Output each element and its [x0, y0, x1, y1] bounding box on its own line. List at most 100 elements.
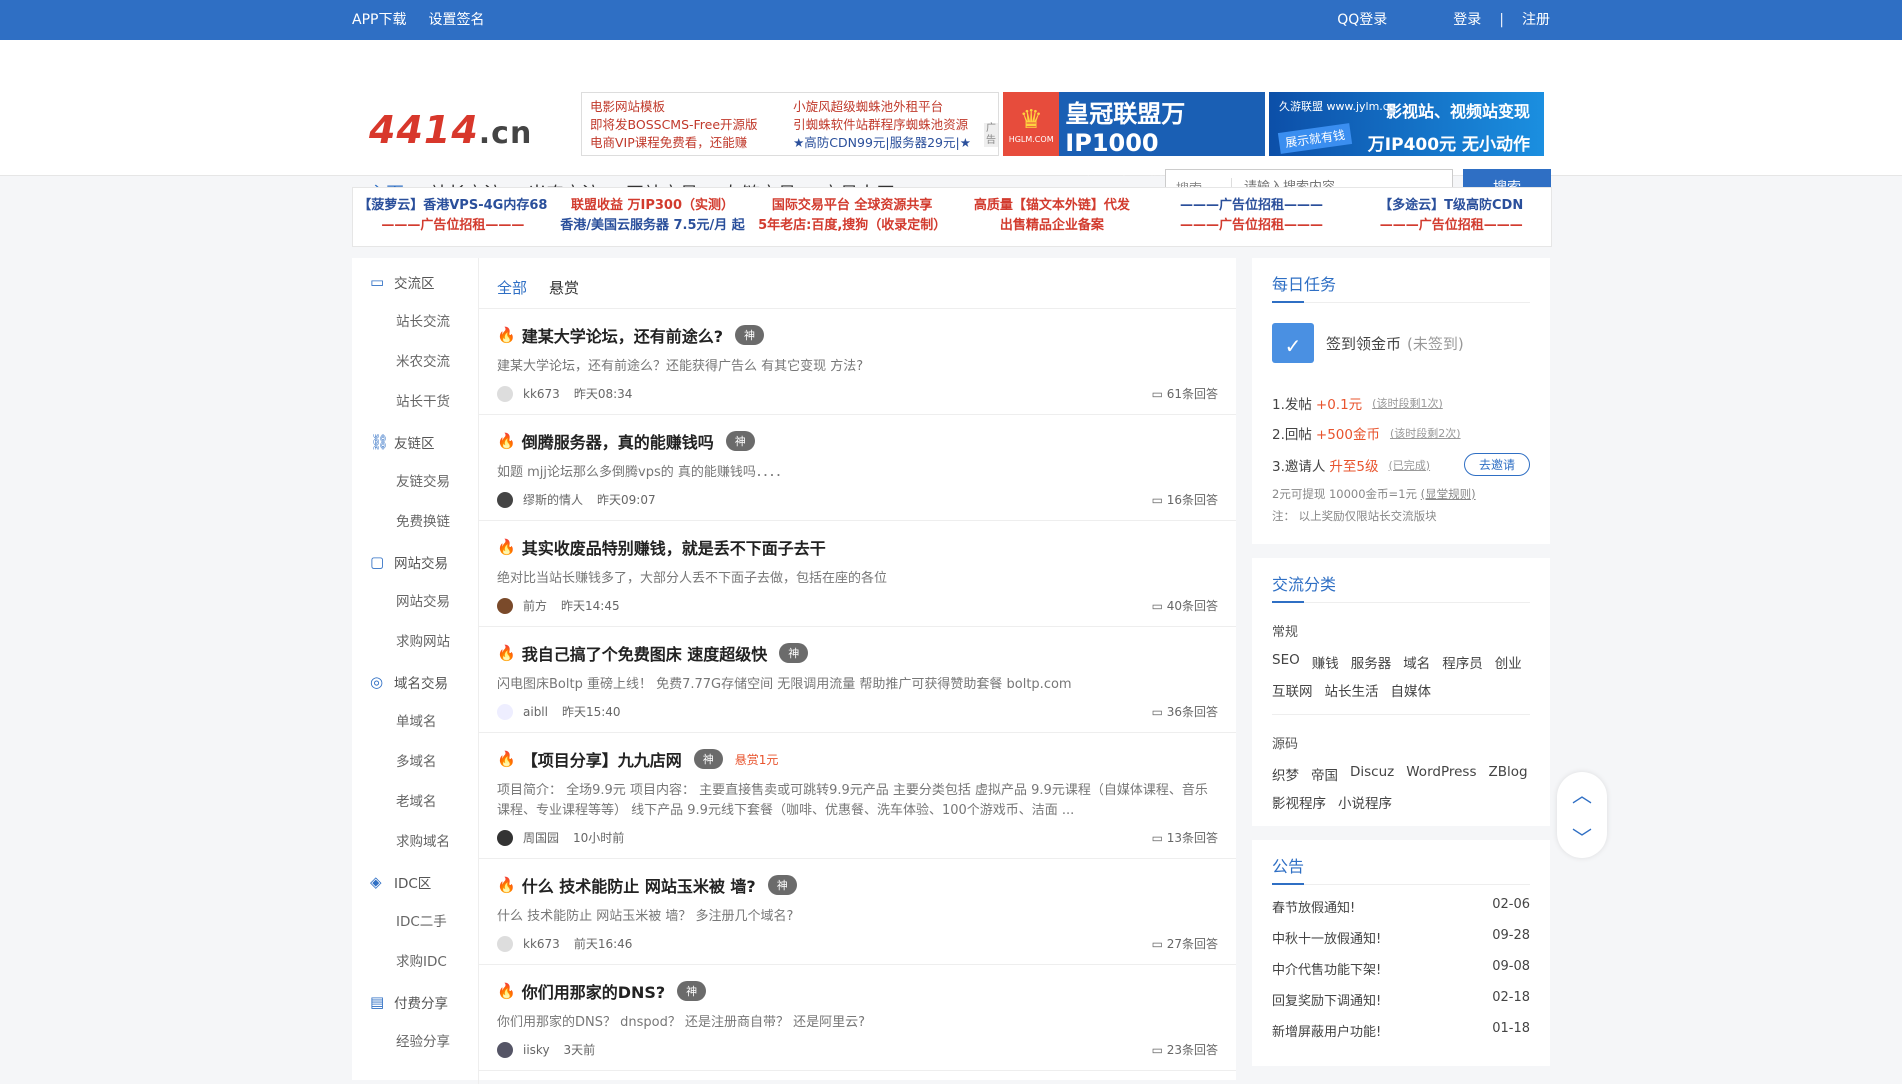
post-title-text[interactable]: 其实收废品特别赚钱，就是丢不下面子去干 [522, 535, 826, 559]
sidebar-section[interactable]: ▭ 交流区 [352, 262, 478, 302]
category-tag[interactable]: 织梦 [1272, 764, 1299, 784]
reply-count[interactable]: ▭ 27条回答 [1152, 935, 1218, 952]
login-link[interactable]: 登录 [1453, 0, 1481, 40]
adbar-line[interactable]: 联盟收益 万IP300（实测） [553, 196, 753, 216]
scroll-up-icon[interactable]: ︿ [1572, 779, 1592, 808]
invite-button[interactable]: 去邀请 [1463, 453, 1530, 476]
sidebar-item[interactable]: 米农交流 [352, 342, 478, 382]
adbar-line[interactable]: 国际交易平台 全球资源共享 [752, 196, 952, 216]
avatar[interactable] [497, 703, 513, 720]
sidebar-item[interactable]: 多域名 [352, 742, 478, 782]
text-ad[interactable]: ★高防CDN99元|服务器29元|★ [793, 134, 990, 152]
notice-item[interactable]: 春节放假通知! 02-06 [1272, 897, 1530, 916]
avatar[interactable] [497, 829, 513, 846]
adbar-cell[interactable]: 【多途云】T级高防CDN ———广告位招租——— [1351, 188, 1551, 246]
site-logo[interactable]: 4414.cn [369, 108, 532, 152]
post-title[interactable]: 🔥 建某大学论坛，还有前途么? 神 [497, 323, 1218, 347]
adbar-cell[interactable]: ———广告位招租——— ———广告位招租——— [1152, 188, 1352, 246]
notice-item[interactable]: 中介代售功能下架! 09-08 [1272, 959, 1530, 978]
tab-bounty[interactable]: 悬赏 [549, 277, 579, 308]
adbar-line[interactable]: 5年老店:百度,搜狗（收录定制） [752, 216, 952, 236]
sidebar-section[interactable]: ▢ 网站交易 [352, 542, 478, 582]
post-item[interactable]: 🔥 【项目分享】九九店网神悬赏1元 项目简介： 全场9.9元 项目内容： 主要直接售… [479, 733, 1236, 859]
author-name[interactable]: 前方 [523, 597, 547, 614]
text-ad[interactable]: 电影网站模板 [590, 98, 777, 116]
avatar[interactable] [497, 491, 513, 508]
reply-count[interactable]: ▭ 16条回答 [1152, 491, 1218, 508]
text-ad[interactable]: 小旋风超级蜘蛛池外租平台 [793, 98, 990, 116]
reply-count[interactable]: ▭ 23条回答 [1152, 1041, 1218, 1058]
post-title[interactable]: 🔥 其实收废品特别赚钱，就是丢不下面子去干 [497, 535, 1218, 559]
sidebar-item[interactable]: 求购IDC [352, 942, 478, 982]
adbar-line[interactable]: 【多途云】T级高防CDN [1351, 196, 1551, 216]
category-tag[interactable]: 小说程序 [1338, 792, 1392, 812]
rules-link[interactable]: (显堂规则) [1421, 487, 1476, 501]
author-name[interactable]: iisky [523, 1043, 550, 1057]
avatar[interactable] [497, 935, 513, 952]
sidebar-item[interactable]: 单域名 [352, 702, 478, 742]
sidebar-item[interactable]: 站长干货 [352, 382, 478, 422]
reply-count[interactable]: ▭ 13条回答 [1152, 829, 1218, 846]
notice-text[interactable]: 春节放假通知! [1272, 897, 1355, 916]
adbar-line[interactable]: 【菠萝云】香港VPS-4G内存68 [353, 196, 553, 216]
category-tag[interactable]: SEO [1272, 652, 1300, 672]
adbar-line[interactable]: 出售精品企业备案 [952, 216, 1152, 236]
avatar[interactable] [497, 597, 513, 614]
reply-count[interactable]: ▭ 36条回答 [1152, 703, 1218, 720]
author-name[interactable]: kk673 [523, 387, 560, 401]
post-item[interactable]: 🔥 我自己搞了个免费图床 速度超级快神闪电图床Boltp 重磅上线！ 免费7.77… [479, 627, 1236, 733]
scroll-down-icon[interactable]: ﹀ [1572, 822, 1592, 851]
post-title-text[interactable]: 建某大学论坛，还有前途么? [522, 323, 723, 347]
adbar-cell[interactable]: 国际交易平台 全球资源共享 5年老店:百度,搜狗（收录定制） [752, 188, 952, 246]
post-title-text[interactable]: 我自己搞了个免费图床 速度超级快 [522, 641, 768, 665]
post-title-text[interactable]: 什么 技术能防止 网站玉米被 墙? [522, 873, 756, 897]
post-title[interactable]: 🔥 你们用那家的DNS? 神 [497, 979, 1218, 1003]
category-tag[interactable]: 服务器 [1351, 652, 1392, 672]
category-tag[interactable]: ZBlog [1488, 764, 1527, 784]
sidebar-item[interactable]: IDC二手 [352, 902, 478, 942]
category-tag[interactable]: 创业 [1495, 652, 1522, 672]
author-name[interactable]: kk673 [523, 937, 560, 951]
author-name[interactable]: 缪斯的情人 [523, 491, 583, 508]
category-tag[interactable]: 站长生活 [1325, 680, 1379, 700]
register-link[interactable]: 注册 [1522, 0, 1550, 40]
post-item[interactable]: 🔥 建某大学论坛，还有前途么? 神建某大学论坛，还有前途么？还能获得广告么 有其它变… [479, 309, 1236, 415]
sidebar-item[interactable]: 求购域名 [352, 822, 478, 862]
category-tag[interactable]: WordPress [1406, 764, 1476, 784]
post-title-text[interactable]: 倒腾服务器，真的能赚钱吗 [522, 429, 714, 453]
post-item[interactable]: 🔥 倒腾服务器，真的能赚钱吗神如题 mjj论坛那么多倒腾vps的 真的能赚钱吗．．… [479, 415, 1236, 521]
tab-all[interactable]: 全部 [497, 277, 527, 308]
sidebar-section[interactable]: ◎ 域名交易 [352, 662, 478, 702]
set-signature-link[interactable]: 设置签名 [428, 0, 484, 40]
notice-item[interactable]: 中秋十一放假通知! 09-28 [1272, 928, 1530, 947]
adbar-line[interactable]: ———广告位招租——— [1351, 216, 1551, 236]
author-name[interactable]: 周国园 [523, 829, 559, 846]
adbar-line[interactable]: 香港/美国云服务器 7.5元/月 起 [553, 216, 753, 236]
post-title[interactable]: 🔥 【项目分享】九九店网神悬赏1元 [497, 747, 1218, 771]
sidebar-section[interactable]: ◈ IDC区 [352, 862, 478, 902]
text-ad[interactable]: 即将发BOSSCMS-Free开源版 [590, 116, 777, 134]
notice-text[interactable]: 新增屏蔽用户功能! [1272, 1021, 1381, 1040]
adbar-line[interactable]: ———广告位招租——— [1152, 216, 1352, 236]
post-title[interactable]: 🔥 我自己搞了个免费图床 速度超级快神 [497, 641, 1218, 665]
sidebar-item[interactable]: 老域名 [352, 782, 478, 822]
notice-text[interactable]: 回复奖励下调通知! [1272, 990, 1381, 1009]
category-tag[interactable]: Discuz [1350, 764, 1394, 784]
qq-login-link[interactable]: QQ登录 [1337, 0, 1387, 40]
checkin-label[interactable]: 签到领金币 [1326, 333, 1401, 354]
sidebar-item[interactable]: 友链交易 [352, 462, 478, 502]
adbar-line[interactable]: ———广告位招租——— [353, 216, 553, 236]
notice-text[interactable]: 中介代售功能下架! [1272, 959, 1381, 978]
category-tag[interactable]: 自媒体 [1391, 680, 1432, 700]
category-tag[interactable]: 影视程序 [1272, 792, 1326, 812]
jiuyou-banner-ad[interactable]: 久游联盟 www.jylm.cc 展示就有钱 影视站、视频站变现 万IP400元… [1269, 92, 1544, 156]
post-title[interactable]: 🔥 倒腾服务器，真的能赚钱吗神 [497, 429, 1218, 453]
post-title-text[interactable]: 【项目分享】九九店网 [522, 747, 682, 771]
text-ad[interactable]: 引蜘蛛软件站群程序蜘蛛池资源 [793, 116, 990, 134]
sidebar-section[interactable]: ⛓ 友链区 [352, 422, 478, 462]
adbar-line[interactable]: 高质量【锚文本外链】代发 [952, 196, 1152, 216]
post-item[interactable]: 🔥 其实收废品特别赚钱，就是丢不下面子去干 绝对比当站长赚钱多了，大部分人丢不下面子… [479, 521, 1236, 627]
sidebar-item[interactable]: 经验分享 [352, 1022, 478, 1062]
text-ad[interactable]: 电商VIP课程免费看，还能赚 [590, 134, 777, 152]
hglm-banner-ad[interactable]: ♛HGLM.COM 皇冠联盟万IP1000 海外大厂值得信赖 hglm.com [1003, 92, 1265, 178]
